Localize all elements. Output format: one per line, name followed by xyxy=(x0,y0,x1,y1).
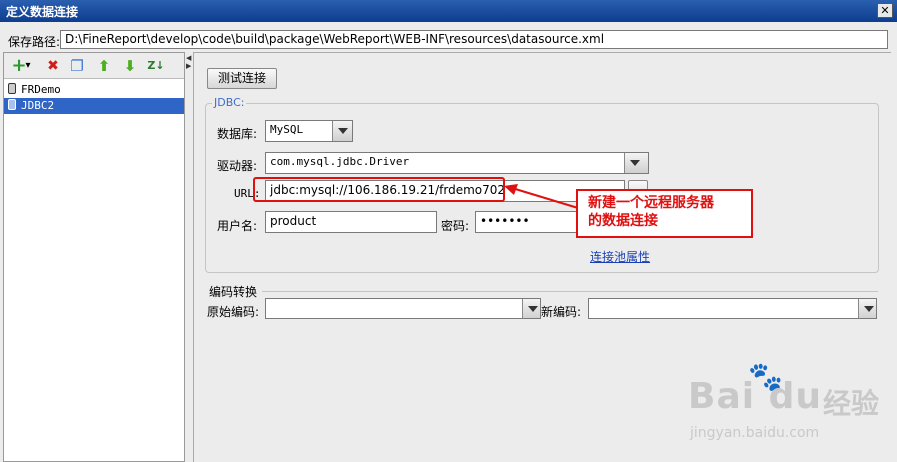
save-path-input[interactable]: D:\FineReport\develop\code\build\package… xyxy=(60,30,888,49)
watermark-logo: Bai du xyxy=(688,376,823,417)
driver-select[interactable]: com.mysql.jdbc.Driver xyxy=(265,152,649,174)
chevron-down-icon[interactable] xyxy=(858,299,876,318)
close-button[interactable]: ✕ xyxy=(877,3,893,18)
window-titlebar: 定义数据连接 ✕ xyxy=(0,0,897,22)
sort-icon[interactable]: Z↓ xyxy=(145,57,167,75)
connection-name: FRDemo xyxy=(21,83,61,96)
driver-value: com.mysql.jdbc.Driver xyxy=(270,155,410,168)
save-path-label: 保存路径: xyxy=(8,35,61,49)
connection-item-jdbc2[interactable]: JDBC2 xyxy=(4,98,184,114)
jdbc-group-title: JDBC: xyxy=(212,96,247,109)
test-connection-button[interactable]: 测试连接 xyxy=(207,68,277,89)
chevron-down-icon[interactable] xyxy=(624,153,648,173)
encoding-separator xyxy=(262,291,878,292)
new-encoding-select[interactable] xyxy=(588,298,877,319)
baidu-watermark: 🐾 Bai du 经验 jingyan.baidu.com xyxy=(688,360,897,460)
database-value: MySQL xyxy=(270,123,304,136)
window-title: 定义数据连接 xyxy=(6,5,79,19)
original-encoding-label: 原始编码: xyxy=(207,305,260,319)
callout-line-2: 的数据连接 xyxy=(588,213,658,229)
chevron-down-icon[interactable] xyxy=(522,299,540,318)
encoding-section-title: 编码转换 xyxy=(209,283,262,300)
database-icon xyxy=(8,99,16,110)
original-encoding-select[interactable] xyxy=(265,298,541,319)
callout-line-1: 新建一个远程服务器 xyxy=(588,195,714,211)
connection-toolbar: + ▾ ✖ ❐ ⬆ ⬇ Z↓ xyxy=(4,53,184,79)
new-encoding-label: 新编码: xyxy=(541,305,582,319)
database-select[interactable]: MySQL xyxy=(265,120,353,142)
database-label: 数据库: xyxy=(217,127,258,141)
callout-arrow-icon xyxy=(504,184,579,209)
move-down-icon[interactable]: ⬇ xyxy=(121,57,139,75)
watermark-url: jingyan.baidu.com xyxy=(690,425,820,441)
username-label: 用户名: xyxy=(217,219,258,233)
watermark-cn: 经验 xyxy=(823,387,880,420)
chevron-down-icon[interactable] xyxy=(332,121,352,141)
callout-annotation: 新建一个远程服务器 的数据连接 xyxy=(576,189,753,238)
copy-icon[interactable]: ❐ xyxy=(68,57,86,75)
connection-list-panel: + ▾ ✖ ❐ ⬆ ⬇ Z↓ FRDemo JDBC2 xyxy=(3,52,185,462)
database-icon xyxy=(8,83,16,94)
url-highlight-box xyxy=(253,177,505,202)
username-input[interactable]: product xyxy=(265,211,437,233)
connection-item-frdemo[interactable]: FRDemo xyxy=(4,82,184,98)
connection-name: JDBC2 xyxy=(21,99,55,112)
connection-pool-link[interactable]: 连接池属性 xyxy=(590,248,650,265)
save-path-row: 保存路径: D:\FineReport\develop\code\build\p… xyxy=(0,30,897,50)
password-label: 密码: xyxy=(441,219,470,233)
add-dropdown-icon[interactable]: ▾ xyxy=(24,57,32,75)
driver-label: 驱动器: xyxy=(217,159,258,173)
move-up-icon[interactable]: ⬆ xyxy=(95,57,113,75)
delete-icon[interactable]: ✖ xyxy=(44,57,62,75)
